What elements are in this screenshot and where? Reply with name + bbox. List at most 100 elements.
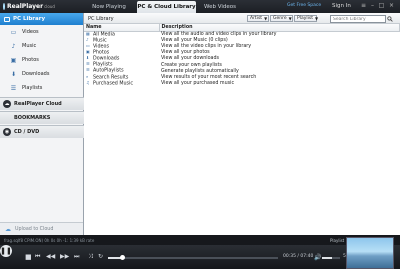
- close-icon[interactable]: ×: [388, 3, 395, 9]
- menu-icon[interactable]: ≡: [360, 3, 367, 9]
- next-icon[interactable]: ⏭: [74, 253, 79, 261]
- shuffle-icon[interactable]: ⤨: [88, 253, 93, 261]
- maximize-icon[interactable]: □: [378, 3, 385, 9]
- column-header-name[interactable]: Name: [84, 24, 160, 32]
- artist-dropdown[interactable]: Artist ▼: [247, 15, 269, 22]
- search-icon[interactable]: [387, 16, 393, 22]
- sidebar-header-pc-library[interactable]: PC Library: [0, 13, 83, 25]
- library-table: Name Description ▦ All Media View all the…: [84, 24, 400, 87]
- row-name: Photos: [93, 50, 110, 56]
- sidebar-item-downloads[interactable]: ⬇ Downloads: [0, 67, 83, 81]
- get-free-space-link[interactable]: Get Free Space: [287, 3, 321, 8]
- volume-icon[interactable]: 🔊: [314, 254, 321, 261]
- row-name-cell: ♫ Purchased Music: [84, 79, 159, 87]
- sidebar-item-label: Videos: [22, 29, 39, 35]
- column-header-description[interactable]: Description: [159, 24, 400, 32]
- top-bar: RealPlayer cloud Now Playing PC & Cloud …: [0, 0, 400, 13]
- table-header-row: Name Description: [84, 24, 400, 32]
- sidebar-item-playlists[interactable]: ☰ Playlists: [0, 81, 83, 95]
- player-controls: ❚❚ ■ ⏮ ◀◀ ▶▶ ⏭ ⤨ ↻ 00:35 / 07:40 🔊 58%: [0, 245, 400, 269]
- repeat-icon[interactable]: ↻: [98, 253, 103, 261]
- chevron-down-icon: ▼: [264, 16, 268, 21]
- sidebar-item-label: Playlists: [22, 85, 43, 91]
- stop-icon[interactable]: ■: [25, 253, 32, 261]
- row-name: Search Results: [93, 75, 129, 81]
- realplayer-logo-icon: [3, 3, 5, 10]
- sidebar-section-realplayer-cloud[interactable]: ☁ RealPlayer Cloud: [0, 97, 84, 110]
- section-label: BOOKMARKS: [14, 115, 51, 121]
- sidebar-item-photos[interactable]: ▣ Photos: [0, 53, 83, 67]
- volume-level: [322, 257, 333, 259]
- genre-dropdown[interactable]: Genre ▼: [270, 15, 293, 22]
- sidebar-item-label: Photos: [22, 57, 39, 63]
- row-name: Playlists: [93, 62, 113, 68]
- section-label: CD / DVD: [14, 129, 40, 135]
- logo-version: cloud: [44, 4, 55, 9]
- row-name: Purchased Music: [93, 81, 134, 87]
- pause-icon: ❚❚: [0, 247, 12, 255]
- dropdown-label: Genre: [273, 16, 287, 21]
- cloud-icon: ☁: [3, 100, 11, 108]
- table-row[interactable]: ♫ Purchased Music View all your purchased…: [84, 79, 400, 87]
- row-description: View all your purchased music: [161, 81, 235, 87]
- sidebar: PC Library ▭ Videos ♪ Music ▣ Photos ⬇ D…: [0, 13, 84, 235]
- chevron-down-icon: ▼: [288, 16, 292, 21]
- row-name: AutoPlaylists: [93, 68, 124, 74]
- upload-to-cloud-button[interactable]: ☁ Upload to Cloud: [0, 222, 83, 235]
- main-panel: PC Library Artist▼ Genre▼ Playlist▼ Name…: [84, 13, 400, 235]
- row-name: All Media: [93, 32, 115, 38]
- dropdown-label: Playlist: [297, 16, 313, 21]
- time-display: 00:35 / 07:40: [283, 254, 314, 259]
- computer-icon: [4, 16, 10, 22]
- sidebar-header-label: PC Library: [13, 16, 46, 22]
- music-icon: ♪: [86, 36, 89, 42]
- library-toolbar: PC Library Artist ▼ Genre ▼ Playlist ▼: [84, 13, 400, 24]
- search-icon: ⌕: [86, 73, 89, 79]
- tab-now-playing[interactable]: Now Playing: [83, 1, 135, 13]
- section-label: RealPlayer Cloud: [14, 101, 62, 107]
- playlist-icon: ☰: [10, 84, 17, 92]
- cloud-upload-icon: ☁: [5, 225, 11, 233]
- status-text: frag.sqlf8 CPIM.ON) 0h 0s 0h -1: 1:39 kB…: [4, 238, 95, 243]
- sidebar-section-bookmarks[interactable]: BOOKMARKS: [0, 111, 84, 124]
- row-name: Videos: [93, 44, 109, 50]
- tab-web-videos[interactable]: Web Videos: [197, 1, 243, 13]
- pause-button[interactable]: ❚❚: [0, 245, 12, 257]
- purchased-icon: ♫: [86, 79, 90, 85]
- row-name: Downloads: [93, 56, 120, 62]
- previous-icon[interactable]: ⏮: [35, 253, 40, 261]
- status-bar: frag.sqlf8 CPIM.ON) 0h 0s 0h -1: 1:39 kB…: [0, 235, 400, 245]
- sidebar-section-cd-dvd[interactable]: ◉ CD / DVD: [0, 125, 84, 138]
- sidebar-item-label: Downloads: [22, 71, 50, 77]
- download-icon: ⬇: [10, 70, 17, 78]
- dropdown-label: Artist: [250, 16, 263, 21]
- app-logo[interactable]: RealPlayer cloud: [3, 2, 55, 11]
- sidebar-item-label: Music: [22, 43, 37, 49]
- tab-pc-cloud-library[interactable]: PC & Cloud Library: [137, 1, 196, 13]
- download-icon: ⬇: [86, 55, 90, 61]
- library-icon: ▦: [86, 30, 90, 36]
- sidebar-item-music[interactable]: ♪ Music: [0, 39, 83, 53]
- disc-icon: ◉: [3, 128, 11, 136]
- playlist-toggle[interactable]: Playlist: [330, 238, 344, 243]
- chevron-down-icon: ▼: [315, 16, 319, 21]
- seek-bar[interactable]: [108, 255, 278, 260]
- volume-slider[interactable]: [322, 257, 340, 259]
- row-name: Music: [93, 38, 107, 44]
- video-icon: ▭: [86, 42, 90, 48]
- seek-handle[interactable]: [119, 255, 125, 260]
- search-input[interactable]: [330, 15, 386, 23]
- sidebar-item-videos[interactable]: ▭ Videos: [0, 25, 83, 39]
- library-title: PC Library: [88, 16, 114, 22]
- playlist-dropdown[interactable]: Playlist ▼: [294, 15, 319, 22]
- upload-label: Upload to Cloud: [15, 226, 54, 232]
- video-icon: ▭: [10, 28, 17, 36]
- minimize-icon[interactable]: –: [369, 3, 376, 9]
- rewind-icon[interactable]: ◀◀: [46, 253, 55, 261]
- photo-icon: ▣: [10, 56, 17, 64]
- playlist-icon: ☰: [86, 61, 90, 67]
- fast-forward-icon[interactable]: ▶▶: [60, 253, 69, 261]
- sign-in-link[interactable]: Sign In: [332, 3, 351, 9]
- now-playing-thumbnail[interactable]: [346, 237, 394, 269]
- autoplaylist-icon: ☰: [86, 67, 90, 73]
